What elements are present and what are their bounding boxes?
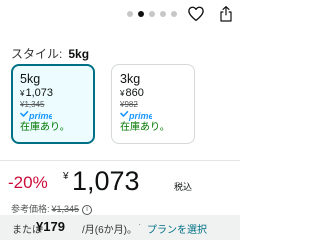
select-plan-link[interactable]: プランを選択 xyxy=(147,221,207,236)
style-label: スタイル: xyxy=(11,47,63,61)
reference-price: 参考価格: ¥1,345 i xyxy=(11,202,93,215)
image-carousel-dots[interactable] xyxy=(127,11,177,17)
option-price-value: 1,073 xyxy=(25,87,53,99)
prime-badge: prime xyxy=(20,111,86,122)
carousel-dot[interactable] xyxy=(149,11,155,17)
installment-period: /月(6か月)。 xyxy=(82,225,137,236)
reference-price-label: 参考価格: xyxy=(11,204,50,214)
prime-text: prime xyxy=(28,111,52,121)
yen-symbol: ¥ xyxy=(20,89,25,98)
heart-icon[interactable] xyxy=(187,5,205,23)
installment-amount: ¥179 xyxy=(36,219,65,234)
section-divider xyxy=(0,160,240,161)
option-list-price: ¥1,345 xyxy=(20,100,45,109)
price-yen-symbol: ¥ xyxy=(63,171,69,182)
style-selected-value: 5kg xyxy=(68,47,90,61)
option-title: 3kg xyxy=(120,72,141,86)
option-stock: 在庫あり。 xyxy=(20,122,70,133)
prime-badge: prime xyxy=(120,111,186,122)
info-icon[interactable]: i xyxy=(82,204,93,215)
option-price-value: 860 xyxy=(125,87,144,99)
prime-text: prime xyxy=(128,111,152,121)
yen-symbol: ¥ xyxy=(120,89,125,98)
installment-separator: · xyxy=(138,219,142,230)
carousel-dot[interactable] xyxy=(127,11,133,17)
option-price: ¥860 xyxy=(120,87,186,100)
option-title: 5kg xyxy=(20,72,41,86)
prime-logo-icon: prime xyxy=(120,111,152,121)
option-price: ¥1,073 xyxy=(20,87,86,100)
share-icon[interactable] xyxy=(218,5,234,23)
option-card-3kg[interactable]: 3kg ¥860 ¥982 prime 在庫あり。 xyxy=(111,64,195,144)
option-card-5kg[interactable]: 5kg ¥1,073 ¥1,345 prime 在庫あり。 xyxy=(11,64,95,144)
top-bar xyxy=(0,0,240,32)
carousel-dot[interactable] xyxy=(171,11,177,17)
current-price: 1,073 xyxy=(72,166,140,196)
reference-price-value: ¥1,345 xyxy=(51,204,80,214)
option-stock: 在庫あり。 xyxy=(120,122,170,133)
carousel-dot[interactable] xyxy=(160,11,166,17)
option-list-price: ¥982 xyxy=(120,100,138,109)
prime-logo-icon: prime xyxy=(20,111,52,121)
tax-included-label: 税込 xyxy=(174,182,193,192)
discount-percentage: -20% xyxy=(8,173,48,192)
installment-bar: または ¥179 /月(6か月)。 · プランを選択 xyxy=(0,215,240,240)
style-selector-label: スタイル: 5kg xyxy=(11,45,89,62)
carousel-dot-active[interactable] xyxy=(138,11,144,17)
